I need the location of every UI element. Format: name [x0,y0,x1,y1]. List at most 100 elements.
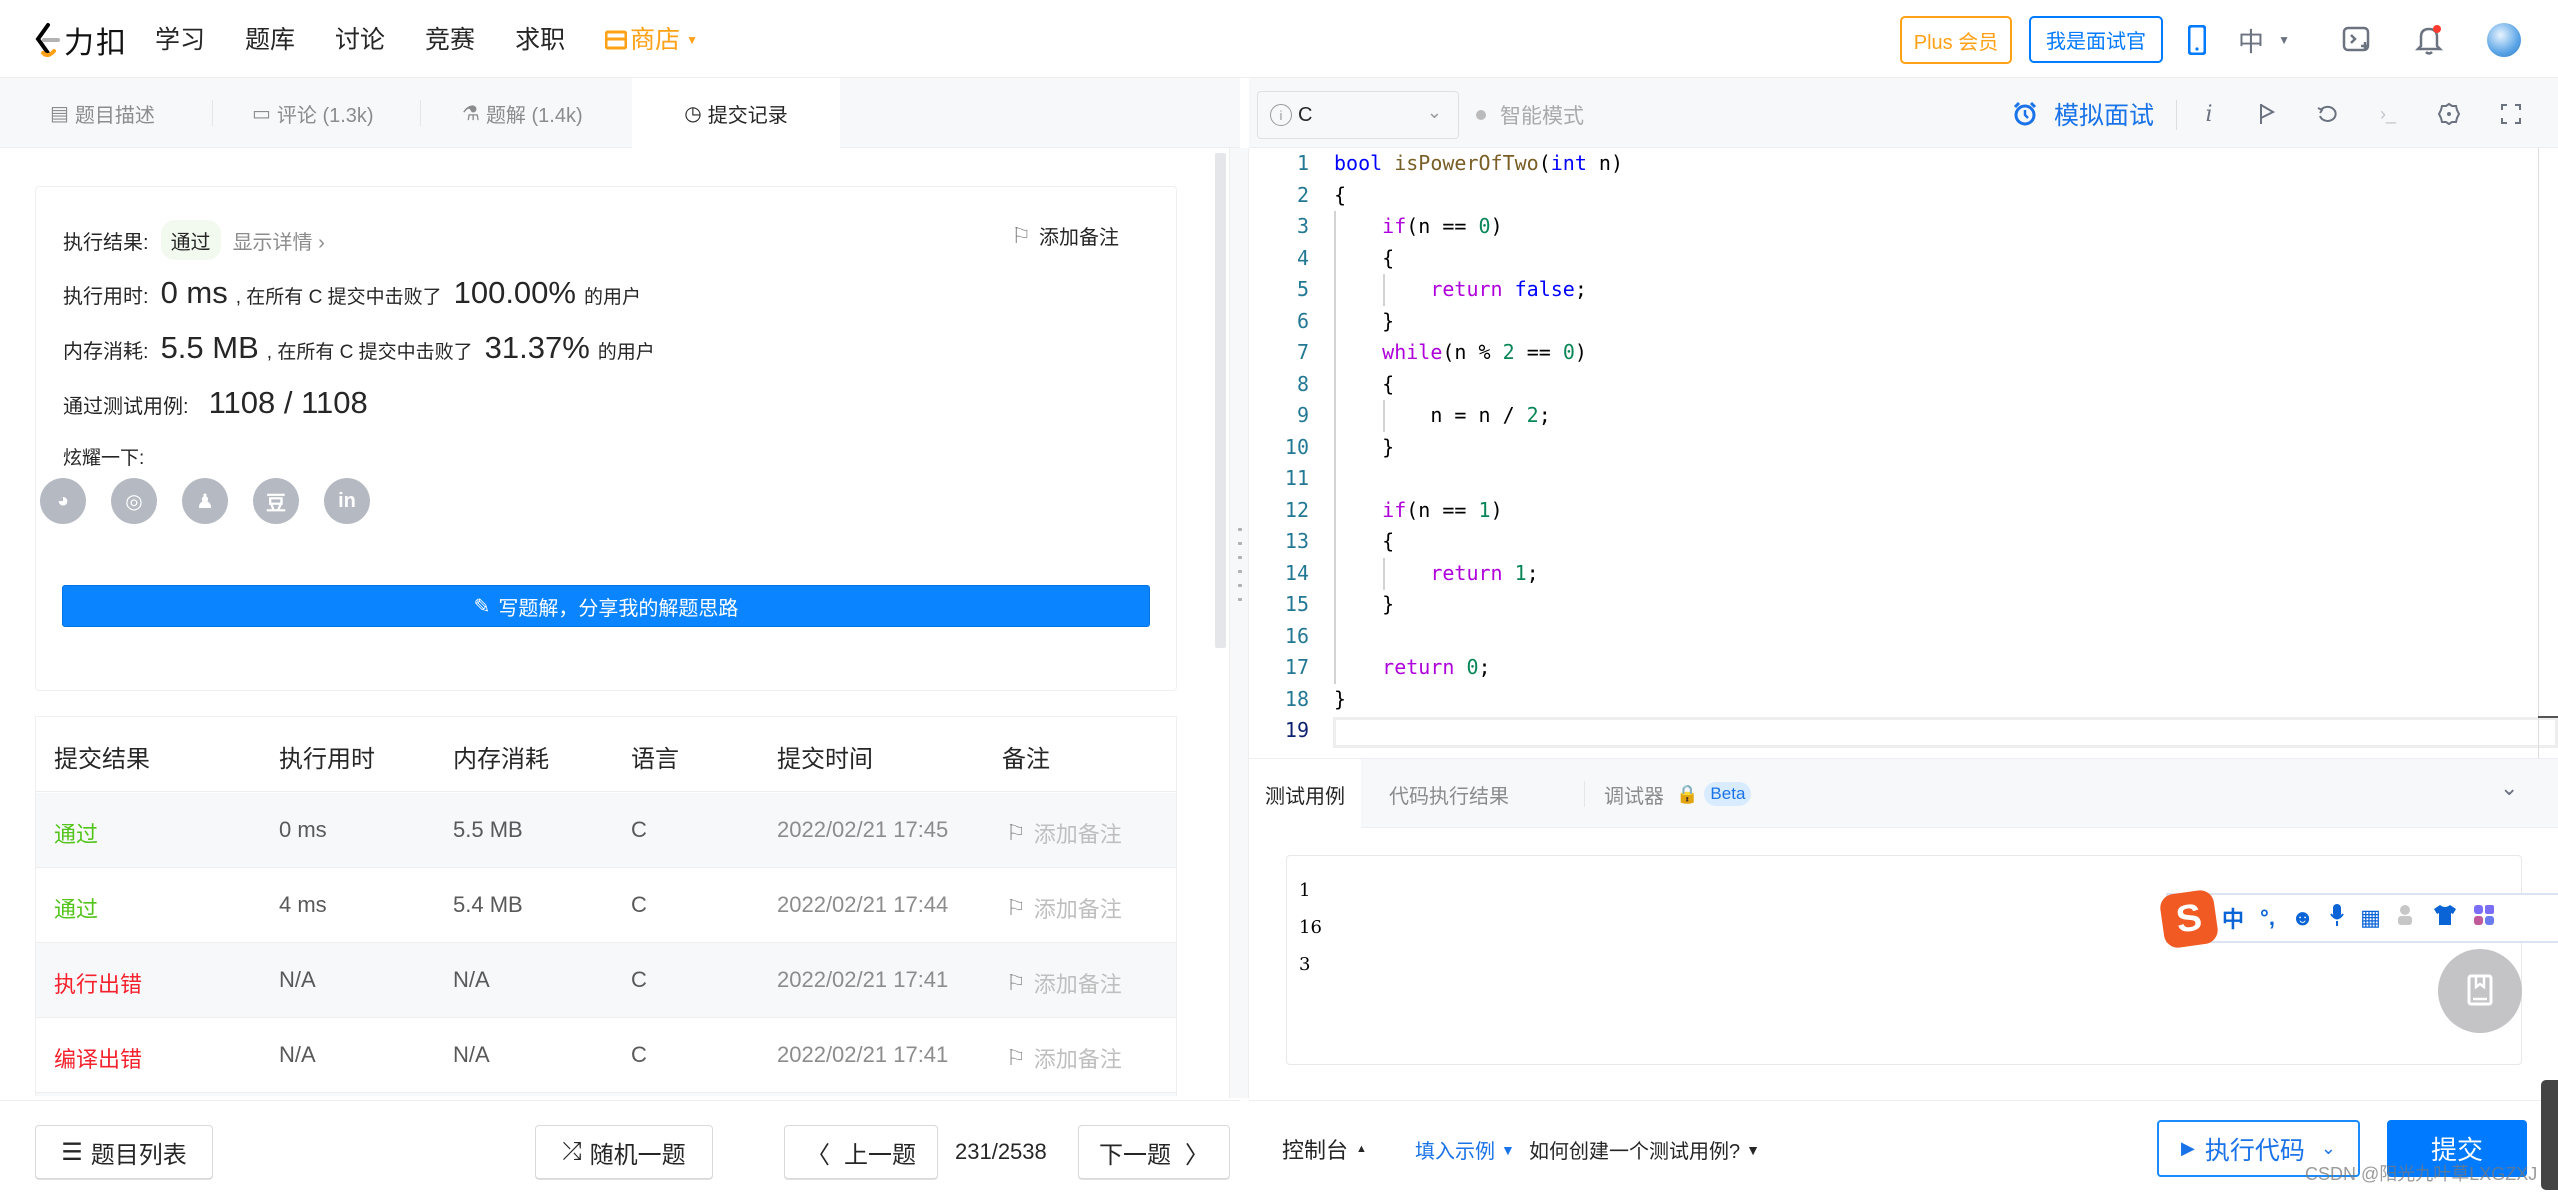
code-line[interactable]: 6 } [1249,306,2558,338]
row-status[interactable]: 执行出错 [54,967,142,999]
code-line[interactable]: 15 } [1249,589,2558,621]
language-select[interactable]: i C ⌄ [1257,91,1459,139]
ime-punctuation-icon[interactable]: °, [2260,905,2275,931]
ime-keyboard-icon[interactable]: ▦ [2360,905,2381,931]
show-detail-label: 显示详情 [232,231,313,254]
row-add-note[interactable]: ⚐ 添加备注 [1006,817,1122,849]
code-line[interactable]: 1 bool isPowerOfTwo(int n) [1249,148,2558,180]
code-line[interactable]: 16 [1249,621,2558,653]
problem-list-button[interactable]: ☰ 题目列表 [35,1125,213,1179]
nav-store[interactable]: 商店 ▼ [605,22,698,58]
fill-example-dropdown[interactable]: 填入示例 ▼ [1415,1135,1515,1164]
table-row[interactable]: 编译出错 N/A N/A C 2022/02/21 17:41 ⚐ 添加备注 [36,1018,1176,1093]
code-line[interactable]: 12 if(n == 1) [1249,495,2558,527]
nav-discuss[interactable]: 讨论 [335,22,385,58]
write-solution-button[interactable]: ✎ 写题解，分享我的解题思路 [62,585,1150,627]
code-line[interactable]: 2{ [1249,180,2558,212]
run-code-label: 执行代码 [2204,1136,2305,1165]
code-editor[interactable]: 1 bool isPowerOfTwo(int n) 2{3 if(n == 0) 4… [1249,148,2558,758]
row-status[interactable]: 编译出错 [54,1042,142,1074]
code-line[interactable]: 7 while(n % 2 == 0) [1249,337,2558,369]
table-row[interactable]: 通过 4 ms 5.4 MB C 2022/02/21 17:44 ⚐ 添加备注 [36,868,1176,943]
info-icon[interactable]: i [2194,96,2224,132]
leetcode-logo[interactable]: 力扣 [34,20,128,60]
notification-bell-icon[interactable] [2412,22,2446,58]
plus-membership-button[interactable]: Plus 会员 [1900,16,2012,64]
code-line[interactable]: 14 return 1; [1249,558,2558,590]
phone-icon[interactable] [2186,22,2208,58]
list-icon: ☰ [61,1138,83,1166]
row-status[interactable]: 通过 [54,892,98,924]
code-line[interactable]: 17 return 0; [1249,652,2558,684]
wechat-icon[interactable]: ◕ [40,478,86,524]
row-add-note[interactable]: ⚐ 添加备注 [1006,967,1122,999]
table-row[interactable]: 执行出错 N/A N/A C 2022/02/21 17:41 ⚐ 添加备注 [36,943,1176,1018]
code-line[interactable]: 13 { [1249,526,2558,558]
next-problem-button[interactable]: 下一题 〉 [1078,1125,1230,1179]
nav-learn[interactable]: 学习 [155,22,205,58]
ime-user-icon[interactable] [2397,904,2417,932]
flag-icon[interactable] [2252,96,2282,132]
language-switch[interactable]: 中 ▼ [2234,22,2294,58]
row-add-note[interactable]: ⚐ 添加备注 [1006,1042,1122,1074]
code-line[interactable]: 5 return false; [1249,274,2558,306]
code-line[interactable]: 3 if(n == 0) [1249,211,2558,243]
tab-solutions[interactable]: ⚗ 题解 (1.4k) [462,78,583,148]
terminal-icon[interactable]: ›_ [2373,96,2403,132]
code-line[interactable]: 9 n = n / 2; [1249,400,2558,432]
row-status[interactable]: 通过 [54,817,98,849]
tab-debugger[interactable]: 调试器 🔒 Beta [1604,759,1752,829]
smart-mode-toggle[interactable]: 智能模式 [1476,100,1584,130]
interviewer-button[interactable]: 我是面试官 [2029,16,2163,63]
tab-submissions[interactable]: ◷ 提交记录 [632,78,840,148]
random-problem-button[interactable]: ⤮ 随机一题 [535,1125,713,1179]
code-line[interactable]: 18} [1249,684,2558,716]
reset-icon[interactable] [2312,96,2342,132]
how-create-testcase-dropdown[interactable]: 如何创建一个测试用例? ▼ [1529,1135,1760,1164]
panel-resizer[interactable] [1229,148,1249,1098]
ime-toolbox-icon[interactable] [2473,904,2495,932]
nav-problemset[interactable]: 题库 [245,22,295,58]
memory-users-suffix: 的用户 [597,342,655,363]
tab-description[interactable]: ▤ 题目描述 [50,78,155,148]
fullscreen-icon[interactable] [2496,96,2526,132]
prev-problem-label: 上一题 [844,1141,916,1169]
sogou-ime-logo[interactable]: S [2158,888,2220,950]
collapse-chevron-icon[interactable]: ⌄ [2500,775,2518,801]
ime-emoji-icon[interactable]: ☻ [2291,905,2314,931]
ime-skin-icon[interactable] [2433,904,2457,932]
left-scrollbar[interactable] [1215,153,1226,648]
qq-icon[interactable]: ♟ [182,478,228,524]
code-line[interactable]: 4 { [1249,243,2558,275]
douban-icon[interactable]: 豆 [253,478,299,524]
table-row[interactable]: 通过 0 ms 5.5 MB C 2022/02/21 17:45 ⚐ 添加备注 [36,793,1176,868]
avatar[interactable] [2486,22,2522,58]
ime-chinese-mode-icon[interactable]: 中 [2222,902,2244,934]
row-language: C [631,1042,647,1067]
show-detail-link[interactable]: 显示详情 › [233,226,325,255]
tab-comments[interactable]: ▭ 评论 (1.3k) [252,78,374,148]
settings-icon[interactable] [2434,96,2464,132]
notebook-float-button[interactable] [2438,949,2522,1033]
ime-voice-icon[interactable] [2330,903,2344,933]
code-line[interactable]: 19 [1249,715,2558,747]
nav-contest[interactable]: 竞赛 [425,22,475,58]
code-line[interactable]: 10 } [1249,432,2558,464]
prev-problem-button[interactable]: 〈 上一题 [784,1125,938,1179]
tab-run-result[interactable]: 代码执行结果 [1389,759,1509,829]
mock-interview-button[interactable]: 模拟面试 [2012,96,2154,132]
linkedin-icon[interactable]: in [324,478,370,524]
weibo-icon[interactable]: ◎ [111,478,157,524]
editor-scrollbar[interactable] [2538,148,2539,758]
tab-testcase[interactable]: 测试用例 [1249,759,1361,829]
console-toggle[interactable]: 控制台 ▲ [1282,1133,1367,1165]
playground-icon[interactable] [2340,22,2374,58]
code-line[interactable]: 8 { [1249,369,2558,401]
add-note-button[interactable]: ⚐ 添加备注 [1011,221,1119,250]
row-add-note[interactable]: ⚐ 添加备注 [1006,892,1122,924]
code-text: { [1334,245,1395,270]
testcase-input[interactable]: 1 16 3 [1286,855,2522,1065]
code-line[interactable]: 11 [1249,463,2558,495]
nav-jobs[interactable]: 求职 [515,22,565,58]
row-language: C [631,967,647,992]
